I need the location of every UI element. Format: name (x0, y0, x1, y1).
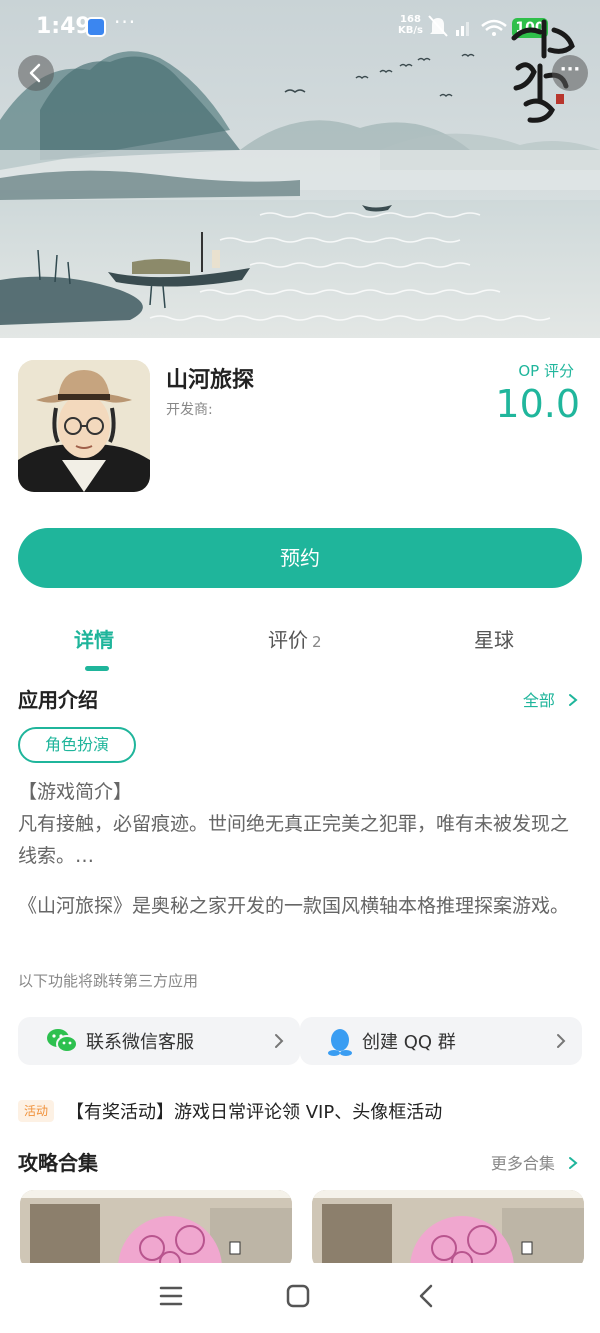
activity-badge: 活动 (18, 1100, 54, 1122)
chevron-left-icon (29, 63, 41, 83)
network-speed-value: 168 (400, 14, 421, 25)
create-qq-group-button[interactable]: 创建 QQ 群 (300, 1017, 582, 1065)
tab-planet-label: 星球 (474, 628, 514, 652)
chevron-right-icon (557, 1034, 566, 1048)
tab-reviews-count: 2 (312, 633, 322, 651)
chevron-right-icon (569, 1157, 578, 1169)
hero-banner: 1:49 ··· 168 KB/s 100 ··· (0, 0, 600, 338)
guide-thumbnail (20, 1190, 292, 1270)
app-title: 山河旅探 (166, 368, 255, 393)
tab-details[interactable]: 详情 (74, 624, 114, 653)
more-options-button[interactable]: ··· (552, 55, 588, 91)
wechat-icon (47, 1029, 78, 1053)
tab-reviews[interactable]: 评价 2 (268, 624, 322, 653)
wechat-support-button[interactable]: 联系微信客服 (18, 1017, 300, 1065)
wechat-support-label: 联系微信客服 (86, 1032, 194, 1053)
notification-app-icon (86, 17, 106, 37)
detective-portrait-icon (18, 360, 150, 492)
system-navigation-bar (0, 1263, 600, 1333)
network-speed: 168 KB/s (398, 14, 423, 36)
genre-tag[interactable]: 角色扮演 (18, 727, 136, 763)
intro-title: 应用介绍 (18, 688, 98, 712)
more-horizontal-icon: ··· (559, 59, 581, 80)
intro-heading: 【游戏简介】 (18, 781, 133, 803)
mute-bell-icon (428, 15, 448, 37)
tab-planet[interactable]: 星球 (474, 624, 514, 653)
intro-summary: 凡有接触，必留痕迹。世间绝无真正完美之犯罪，唯有未被发现之线索。… (18, 813, 570, 867)
qq-icon (328, 1029, 352, 1056)
intro-all-link[interactable]: 全部 (523, 687, 580, 711)
chevron-right-icon (275, 1034, 284, 1048)
menu-icon[interactable] (158, 1283, 184, 1309)
activity-link[interactable]: 【有奖活动】游戏日常评论领 VIP、头像框活动 (66, 1098, 442, 1124)
tab-details-label: 详情 (74, 628, 114, 652)
more-notifications-icon: ··· (114, 10, 137, 34)
guides-more-link[interactable]: 更多合集 (491, 1150, 580, 1174)
third-party-notice: 以下功能将跳转第三方应用 (18, 972, 199, 990)
create-qq-group-label: 创建 QQ 群 (362, 1032, 456, 1053)
intro-description: 《山河旅探》是奥秘之家开发的一款国风横轴本格推理探案游戏。 (18, 895, 570, 917)
signal-icon (456, 22, 469, 36)
reserve-button[interactable]: 预约 (18, 528, 582, 588)
guide-card[interactable] (312, 1190, 584, 1270)
intro-all-label: 全部 (522, 691, 555, 710)
score-value: 10.0 (495, 382, 580, 426)
tab-reviews-label: 评价 (268, 628, 308, 652)
guide-card[interactable] (20, 1190, 292, 1270)
wifi-icon (481, 19, 507, 36)
developer-label: 开发商: (166, 402, 213, 418)
app-icon (18, 360, 150, 492)
back-nav-icon[interactable] (414, 1283, 440, 1309)
guide-thumbnail (312, 1190, 584, 1270)
guides-more-label: 更多合集 (490, 1154, 555, 1173)
status-time: 1:49 (36, 14, 91, 39)
back-button[interactable] (18, 55, 54, 91)
home-icon[interactable] (285, 1283, 311, 1309)
guides-title: 攻略合集 (18, 1151, 98, 1175)
tab-active-indicator (85, 666, 109, 671)
status-icons (428, 15, 507, 37)
score-label: OP 评分 (518, 362, 574, 380)
chevron-right-icon (569, 694, 578, 706)
network-speed-unit: KB/s (398, 25, 423, 36)
